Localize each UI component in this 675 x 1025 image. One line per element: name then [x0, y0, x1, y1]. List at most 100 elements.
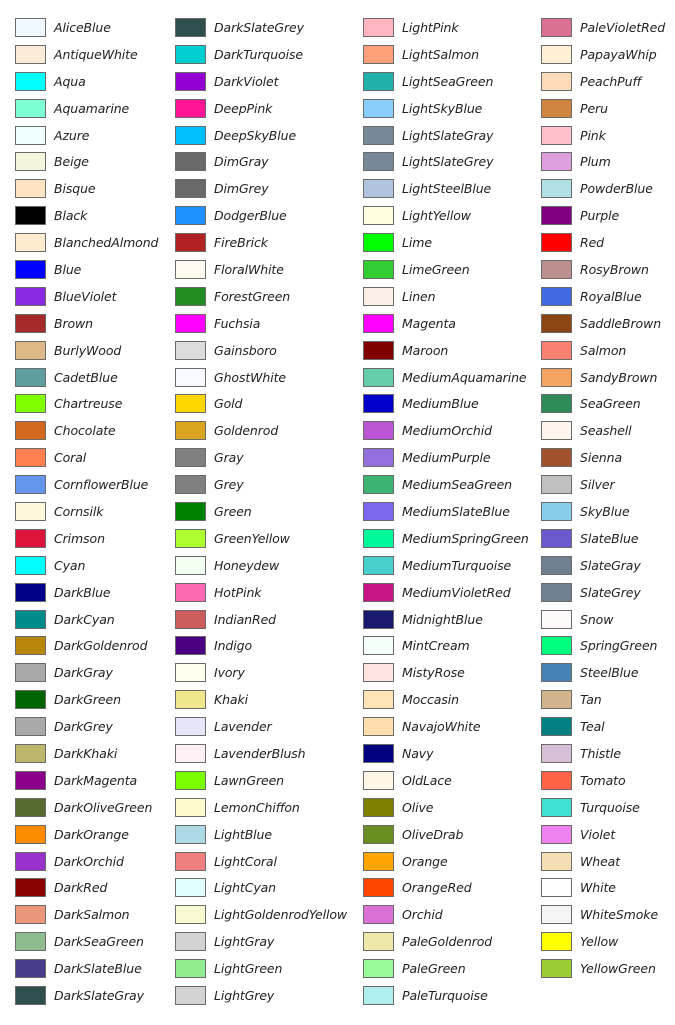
color-entry: Gainsboro: [175, 337, 347, 364]
color-swatch: [363, 770, 394, 790]
color-name: DarkGray: [54, 665, 113, 681]
color-swatch: [541, 259, 572, 279]
color-entry: DarkRed: [15, 875, 158, 902]
color-name: Snow: [580, 611, 614, 627]
color-swatch: [175, 71, 206, 91]
color-entry: Teal: [541, 713, 665, 740]
color-swatch: [363, 206, 394, 226]
color-name: Gray: [214, 450, 244, 466]
color-entry: Black: [15, 202, 158, 229]
color-swatch: [15, 932, 46, 952]
color-swatch: [541, 286, 572, 306]
color-entry: PowderBlue: [541, 175, 665, 202]
color-name: Navy: [402, 745, 434, 761]
color-swatch: [363, 394, 394, 414]
color-entry: PaleTurquoise: [363, 982, 529, 1009]
color-name: Purple: [580, 208, 620, 224]
color-swatch: [175, 17, 206, 37]
color-name: Khaki: [214, 692, 248, 708]
color-swatch: [15, 555, 46, 575]
color-swatch: [541, 17, 572, 37]
color-swatch: [541, 743, 572, 763]
color-swatch: [363, 797, 394, 817]
color-swatch: [175, 717, 206, 737]
color-entry: Beige: [15, 148, 158, 175]
color-entry: Sienna: [541, 444, 665, 471]
color-swatch: [15, 770, 46, 790]
color-entry: SlateGrey: [541, 579, 665, 606]
color-entry: Violet: [541, 821, 665, 848]
color-entry: DarkGoldenrod: [15, 632, 158, 659]
color-swatch: [541, 313, 572, 333]
color-column-2: DarkSlateGrey DarkTurquoise DarkViolet Deep…: [175, 14, 347, 1009]
color-swatch: [363, 555, 394, 575]
color-entry: Yellow: [541, 928, 665, 955]
color-name: Aquamarine: [54, 100, 130, 116]
color-name: Fuchsia: [214, 315, 261, 331]
color-swatch: [541, 932, 572, 952]
color-entry: SkyBlue: [541, 498, 665, 525]
color-swatch: [363, 17, 394, 37]
color-name: MediumTurquoise: [402, 557, 512, 573]
color-swatch: [175, 959, 206, 979]
color-swatch: [15, 206, 46, 226]
color-entry: LightSkyBlue: [363, 95, 529, 122]
color-name: ForestGreen: [214, 288, 291, 304]
color-swatch: [15, 17, 46, 37]
color-entry: CadetBlue: [15, 364, 158, 391]
color-entry: Turquoise: [541, 794, 665, 821]
color-column-3: LightPink LightSalmon LightSeaGreen LightSk…: [363, 14, 529, 1009]
color-name: MintCream: [402, 638, 470, 654]
color-entry: IndianRed: [175, 606, 347, 633]
color-entry: DarkBlue: [15, 579, 158, 606]
color-entry: Cornsilk: [15, 498, 158, 525]
color-entry: Goldenrod: [175, 417, 347, 444]
color-name: Red: [580, 235, 605, 251]
color-swatch: [175, 286, 206, 306]
color-name: Wheat: [580, 853, 621, 869]
color-swatch: [541, 636, 572, 656]
color-name: Chocolate: [54, 423, 116, 439]
color-entry: DarkTurquoise: [175, 41, 347, 68]
color-entry: SlateGray: [541, 552, 665, 579]
color-entry: SpringGreen: [541, 632, 665, 659]
color-name: HotPink: [214, 584, 262, 600]
color-entry: Gold: [175, 390, 347, 417]
color-name: LightPink: [402, 19, 459, 35]
color-swatch: [541, 501, 572, 521]
color-swatch: [15, 44, 46, 64]
color-name: SandyBrown: [580, 369, 658, 385]
color-entry: HotPink: [175, 579, 347, 606]
color-name: Teal: [580, 719, 605, 735]
color-entry: Cyan: [15, 552, 158, 579]
color-entry: MediumTurquoise: [363, 552, 529, 579]
color-swatch: [15, 717, 46, 737]
color-entry: PeachPuff: [541, 68, 665, 95]
color-entry: LavenderBlush: [175, 740, 347, 767]
color-entry: Azure: [15, 122, 158, 149]
color-swatch: [175, 528, 206, 548]
color-name: DarkSeaGreen: [54, 934, 144, 950]
color-swatch: [541, 44, 572, 64]
color-swatch: [15, 179, 46, 199]
color-name: OldLace: [402, 772, 452, 788]
color-swatch: [363, 475, 394, 495]
color-entry: Khaki: [175, 686, 347, 713]
color-swatch: [363, 313, 394, 333]
color-entry: Blue: [15, 256, 158, 283]
color-name: CadetBlue: [54, 369, 118, 385]
color-name: MediumBlue: [402, 396, 479, 412]
color-entry: NavajoWhite: [363, 713, 529, 740]
color-entry: LightSalmon: [363, 41, 529, 68]
color-swatch: [363, 851, 394, 871]
color-name: Azure: [54, 127, 90, 143]
color-name: Blue: [54, 261, 82, 277]
color-entry: PaleGoldenrod: [363, 928, 529, 955]
color-swatch: [175, 582, 206, 602]
color-entry: WhiteSmoke: [541, 901, 665, 928]
color-swatch: [363, 367, 394, 387]
color-swatch: [15, 986, 46, 1005]
color-swatch: [363, 340, 394, 360]
color-entry: AliceBlue: [15, 14, 158, 41]
color-entry: MediumAquamarine: [363, 364, 529, 391]
